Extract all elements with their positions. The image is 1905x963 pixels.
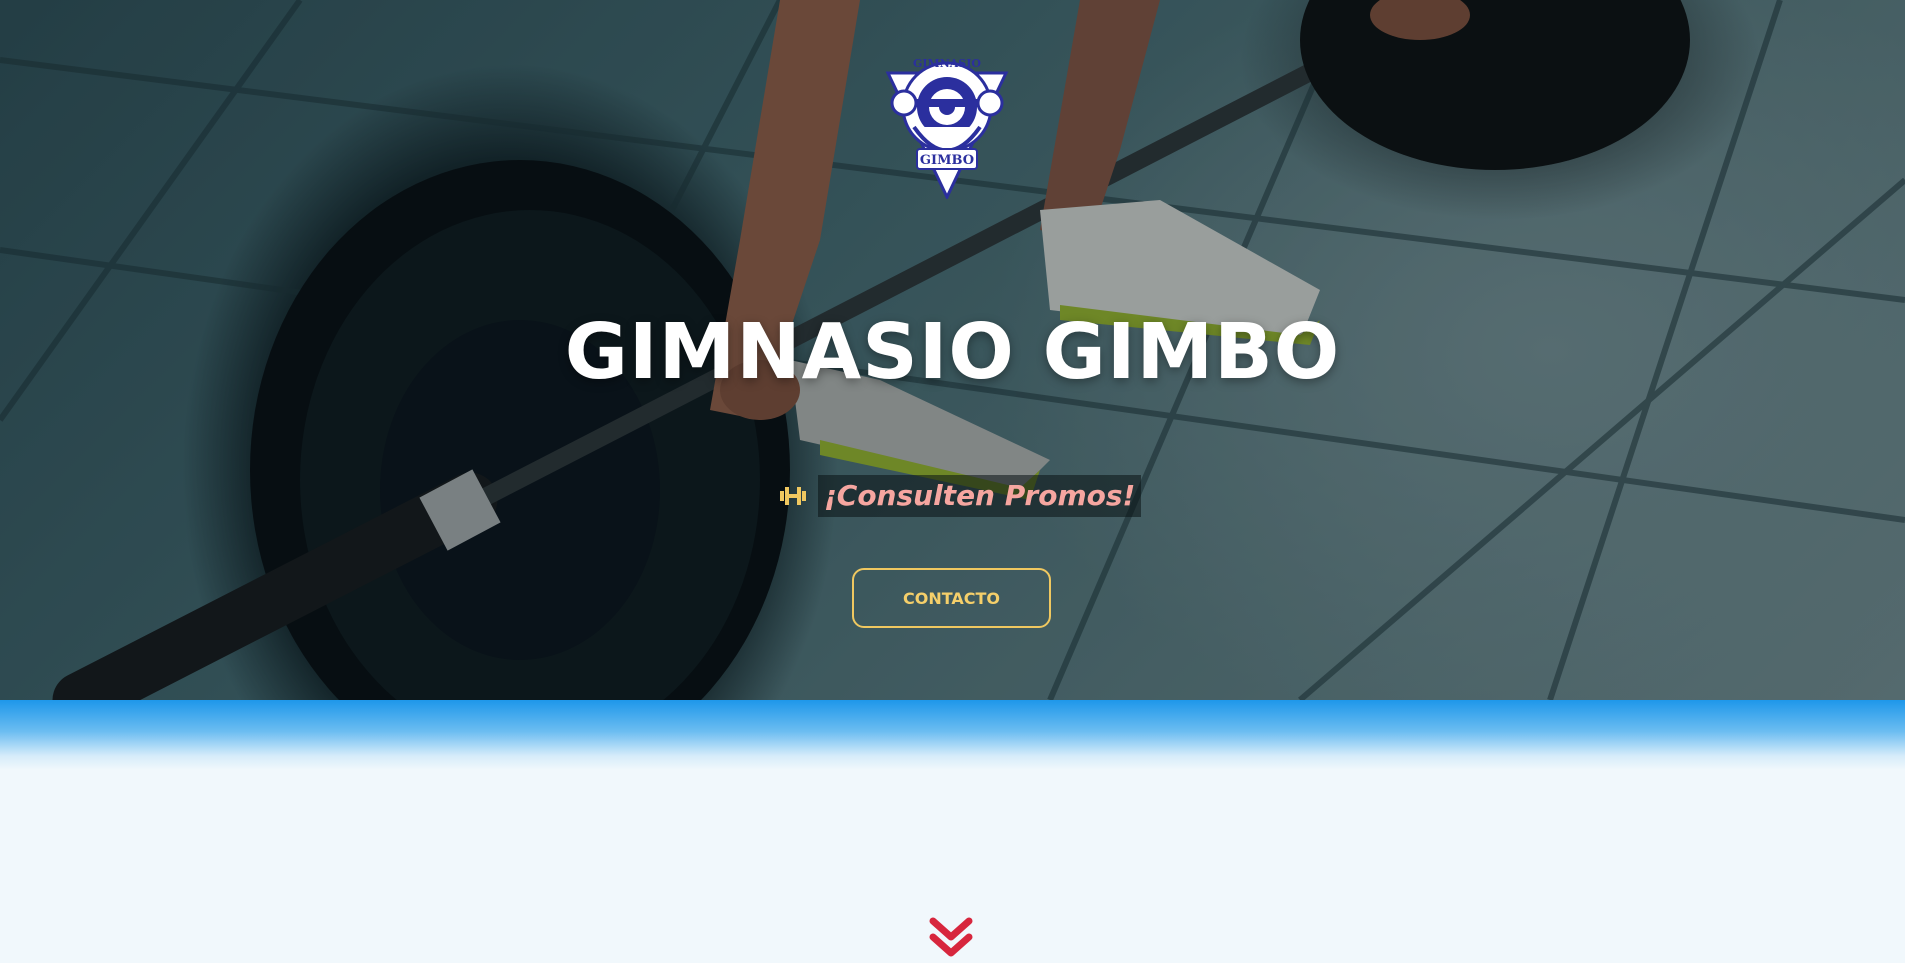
logo-text-top: GIMNASIO [913, 57, 981, 70]
gym-logo: GIMNASIO GIMBO [885, 57, 1009, 199]
page-title: GIMNASIO GIMBO [564, 308, 1341, 397]
chevron-double-down-icon[interactable] [929, 917, 973, 959]
promo-text: ¡Consulten Promos! [818, 475, 1142, 517]
contact-button[interactable]: CONTACTO [852, 568, 1051, 628]
section-divider-band [0, 700, 1905, 770]
logo-text-bottom: GIMBO [920, 153, 974, 168]
dumbbell-icon [780, 487, 806, 505]
promo-banner: ¡Consulten Promos! [778, 474, 1142, 518]
hero-section: GIMNASIO GIMBO GIMNASIO GIMBO ¡Consulten… [0, 0, 1905, 700]
